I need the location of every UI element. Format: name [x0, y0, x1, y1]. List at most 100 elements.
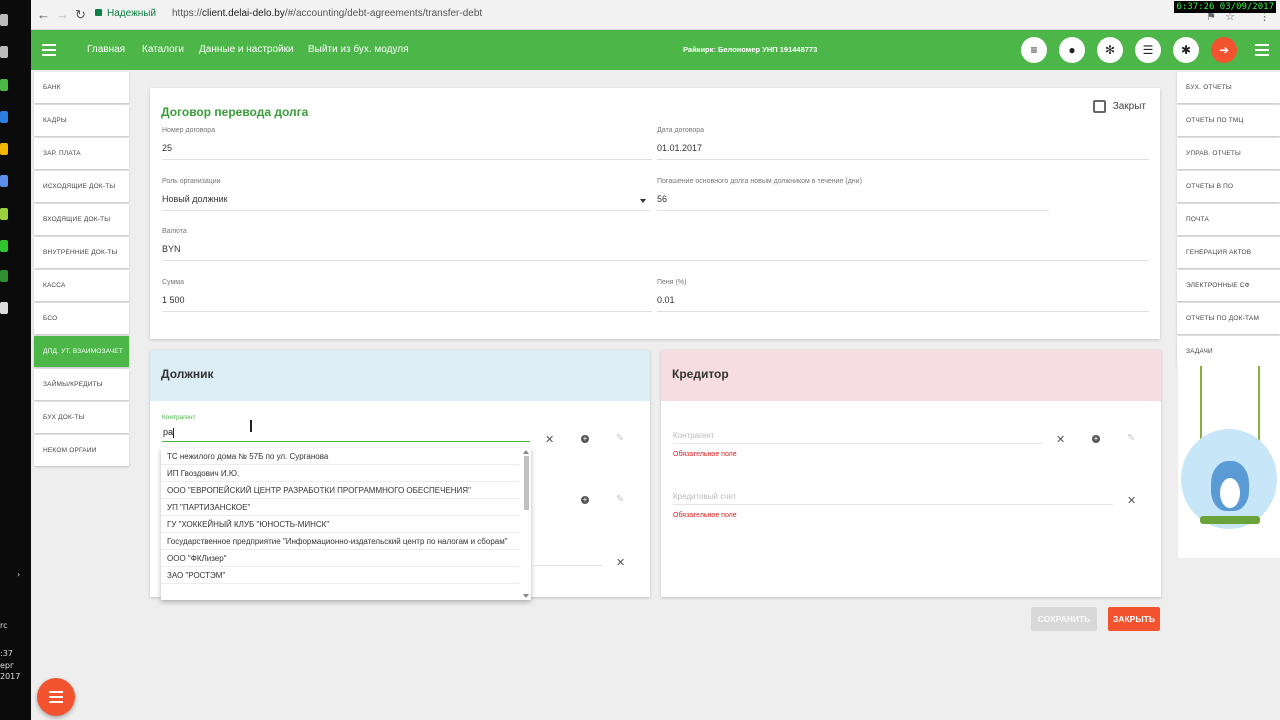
- sidebar-item-offset[interactable]: Дпд. ут. взаимозачет: [34, 336, 129, 367]
- field-label: Контрагент: [162, 414, 196, 421]
- clear-icon[interactable]: ✕: [1056, 433, 1065, 446]
- sidebar-item-bank[interactable]: Банк: [34, 72, 129, 103]
- app-header: Главная Каталоги Данные и настройки Выйт…: [31, 30, 1280, 70]
- reload-icon[interactable]: ↻: [75, 7, 86, 23]
- nav-exit-module[interactable]: Выйти из бух. модуля: [308, 44, 408, 55]
- app-icon[interactable]: [0, 208, 8, 220]
- sum-input[interactable]: 1 500: [162, 295, 652, 312]
- list-item[interactable]: Государственное предприятие "Информацион…: [161, 533, 519, 550]
- list-item[interactable]: ТС нежилого дома № 57Б по ул. Сурганова: [161, 448, 519, 465]
- role-field[interactable]: Роль организации Новый должник: [162, 178, 650, 211]
- role-select[interactable]: Новый должник: [162, 194, 650, 211]
- nav-settings[interactable]: Данные и настройки: [199, 44, 294, 55]
- debtor-counterparty-input[interactable]: ра: [162, 421, 530, 442]
- scrollbar[interactable]: [524, 456, 529, 510]
- sidebar-item-bso[interactable]: БСО: [34, 303, 129, 334]
- currency-field[interactable]: Валюта BYN: [162, 228, 1148, 261]
- sidebar-item-incoming[interactable]: Входящие док-ты: [34, 204, 129, 235]
- app-icon[interactable]: [0, 14, 8, 26]
- menu-icon[interactable]: [42, 44, 56, 59]
- forward-icon[interactable]: →: [56, 7, 69, 23]
- nav-catalogs[interactable]: Каталоги: [142, 44, 184, 55]
- penalty-field[interactable]: Пеня (%) 0.01: [657, 279, 1149, 312]
- app-icon[interactable]: [0, 79, 8, 91]
- clear-icon[interactable]: ✕: [1127, 494, 1136, 507]
- sidebar-item-doc-reports[interactable]: Отчеты по док-там: [1177, 303, 1280, 334]
- gear-icon[interactable]: ✻: [1097, 37, 1123, 63]
- currency-input[interactable]: BYN: [162, 244, 1148, 261]
- app-icon[interactable]: [0, 111, 8, 123]
- sidebar-item-cash[interactable]: Касса: [34, 270, 129, 301]
- contract-number-field[interactable]: Номер договора 25: [162, 127, 652, 160]
- text-cursor-pointer: [250, 420, 252, 432]
- sidebar-item-acc-reports[interactable]: Бух. отчеты: [1177, 72, 1280, 103]
- list-item[interactable]: ООО "ЕВРОПЕЙСКИЙ ЦЕНТР РАЗРАБОТКИ ПРОГРА…: [161, 482, 519, 499]
- penalty-input[interactable]: 0.01: [657, 295, 1149, 312]
- right-menu-icon[interactable]: [1255, 44, 1269, 59]
- secure-indicator[interactable]: Надежный: [95, 8, 156, 19]
- checkbox-icon[interactable]: [1092, 100, 1106, 113]
- add-icon[interactable]: +: [1092, 435, 1100, 443]
- chevron-down-icon[interactable]: [640, 199, 646, 203]
- repay-days-input[interactable]: 56: [657, 194, 1049, 211]
- contract-number-input[interactable]: 25: [162, 143, 652, 160]
- edit-icon[interactable]: ✎: [616, 433, 624, 444]
- edit-icon[interactable]: ✎: [616, 494, 624, 505]
- sidebar-item-outgoing[interactable]: Исходящие док-ты: [34, 171, 129, 202]
- debtor-counterparty-field[interactable]: Контрагент ра: [162, 414, 530, 442]
- contract-date-input[interactable]: 01.01.2017: [657, 143, 1149, 160]
- exit-icon[interactable]: ➜: [1211, 37, 1237, 63]
- tray-chevron-icon[interactable]: ›: [17, 570, 20, 579]
- sidebar-item-einvoices[interactable]: Электронные СФ: [1177, 270, 1280, 301]
- sidebar-item-accounting-docs[interactable]: Бух док-ты: [34, 402, 129, 433]
- clear-icon[interactable]: ✕: [545, 433, 554, 446]
- scroll-down-icon[interactable]: [523, 594, 529, 598]
- database-icon[interactable]: ≡: [1021, 37, 1047, 63]
- list-icon[interactable]: ☰: [1135, 37, 1161, 63]
- chrome-icon[interactable]: [0, 143, 8, 155]
- mascot-image: [1178, 366, 1280, 558]
- app-icon[interactable]: [0, 270, 8, 282]
- sidebar-item-tasks[interactable]: Задачи: [1177, 336, 1280, 367]
- close-button[interactable]: Закрыть: [1108, 607, 1160, 631]
- sidebar-item-mgmt-reports[interactable]: Управ. отчеты: [1177, 138, 1280, 169]
- edit-icon[interactable]: ✎: [1127, 433, 1135, 444]
- list-item[interactable]: ГУ "ХОККЕЙНЫЙ КЛУБ "ЮНОСТЬ-МИНСК": [161, 516, 519, 533]
- sidebar-item-hr[interactable]: Кадры: [34, 105, 129, 136]
- sidebar-item-acts[interactable]: Генерация актов: [1177, 237, 1280, 268]
- creditor-account-input[interactable]: Кредитовый счет: [673, 492, 1113, 505]
- sum-field[interactable]: Сумма 1 500: [162, 279, 652, 312]
- list-item[interactable]: ИП Гвоздович И.Ю.: [161, 465, 519, 482]
- closed-checkbox[interactable]: Закрыт: [1092, 100, 1146, 113]
- app-icon[interactable]: [0, 175, 8, 187]
- list-item[interactable]: ООО "ФКЛизер": [161, 550, 519, 567]
- nav-home[interactable]: Главная: [87, 44, 125, 55]
- app-icon[interactable]: [0, 240, 8, 252]
- list-item[interactable]: УП "ПАРТИЗАНСКОЕ": [161, 499, 519, 516]
- required-hint: Обязательное поле: [673, 451, 737, 458]
- sidebar-item-loans[interactable]: Займы/кредиты: [34, 369, 129, 400]
- back-icon[interactable]: ←: [37, 7, 50, 23]
- add-icon[interactable]: +: [581, 496, 589, 504]
- user-icon[interactable]: ●: [1059, 37, 1085, 63]
- fab-menu-button[interactable]: [37, 678, 75, 716]
- repay-days-field[interactable]: Погашение основного долга новым должнико…: [657, 178, 1049, 211]
- save-button[interactable]: Сохранить: [1031, 607, 1097, 631]
- app-icon[interactable]: [0, 46, 8, 58]
- list-item[interactable]: ЗАО "РОСТЭМ": [161, 567, 519, 584]
- add-icon[interactable]: +: [581, 435, 589, 443]
- sidebar-item-mail[interactable]: Почта: [1177, 204, 1280, 235]
- app-icon[interactable]: [0, 302, 8, 314]
- address-bar[interactable]: https://client.delai-delo.by/#/accountin…: [172, 8, 482, 19]
- creditor-counterparty-input[interactable]: Контрагент: [673, 431, 1042, 444]
- sidebar-item-tmc-reports[interactable]: Отчеты по ТМЦ: [1177, 105, 1280, 136]
- sidebar-item-salary[interactable]: Зар. плата: [34, 138, 129, 169]
- tray-text: rc: [0, 621, 8, 630]
- sidebar-item-po-reports[interactable]: Отчеты в ПО: [1177, 171, 1280, 202]
- clear-icon[interactable]: ✕: [616, 556, 625, 569]
- scroll-up-icon[interactable]: [523, 450, 529, 454]
- sidebar-item-internal[interactable]: Внутренние док-ты: [34, 237, 129, 268]
- sidebar-item-nonprofit[interactable]: Неком оргаии: [34, 435, 129, 466]
- contract-date-field[interactable]: Дата договора 01.01.2017: [657, 127, 1149, 160]
- bug-icon[interactable]: ✱: [1173, 37, 1199, 63]
